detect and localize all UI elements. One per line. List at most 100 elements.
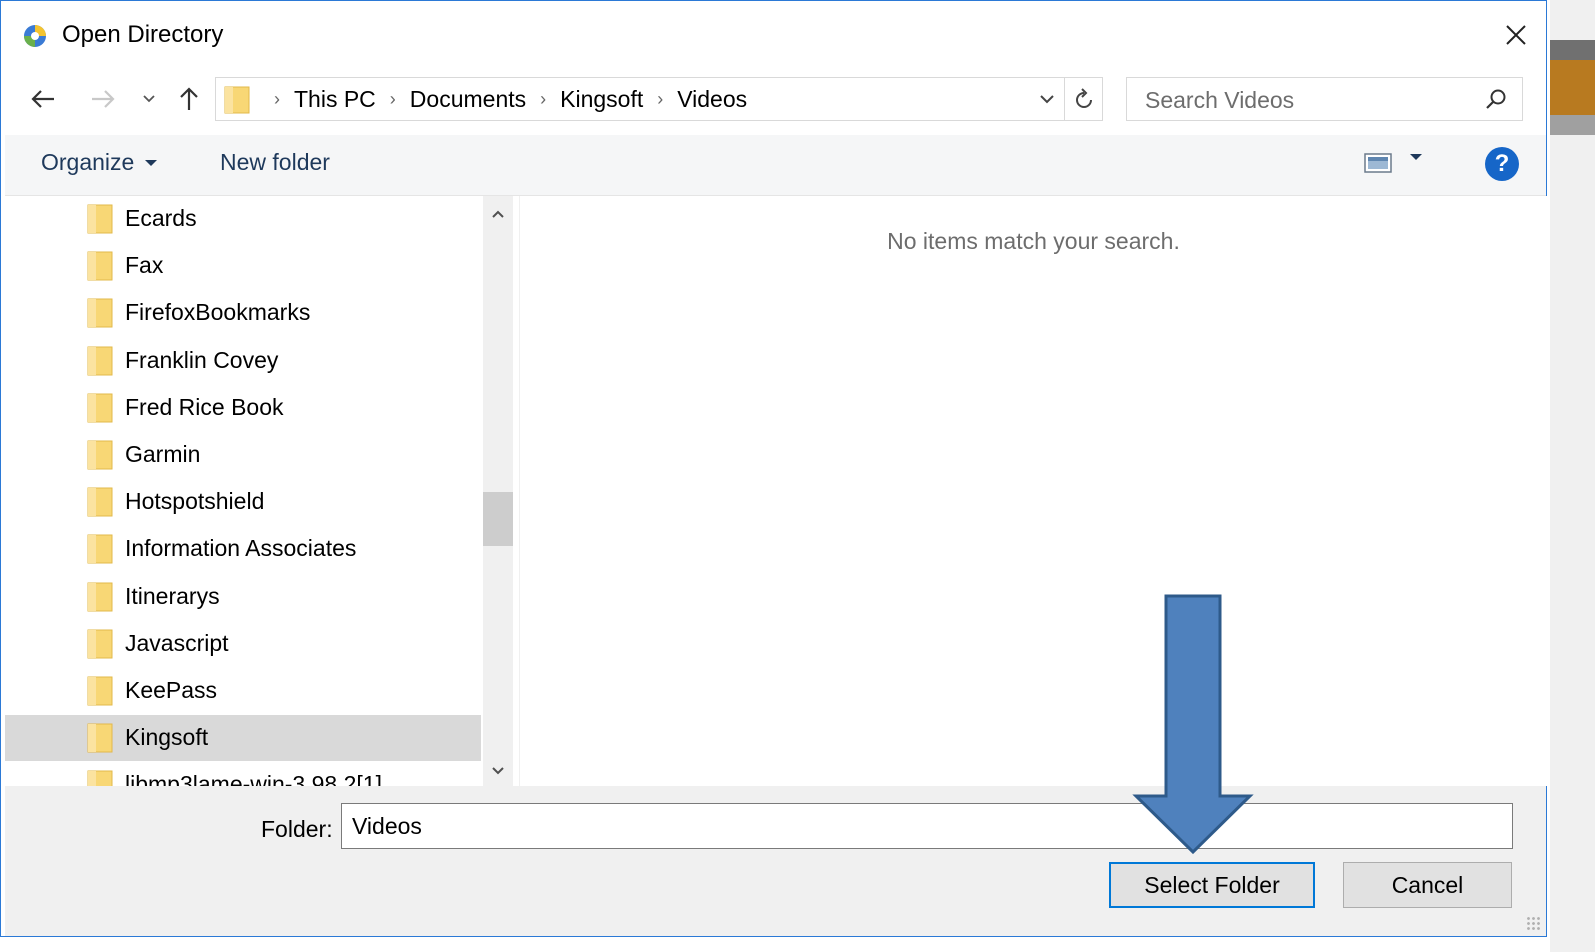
title-bar[interactable]: Open Directory [1,1,1546,67]
search-input[interactable] [1143,86,1467,114]
tree-item[interactable]: FirefoxBookmarks [5,290,481,336]
open-directory-dialog: Open Directory › This PC › Documents › K… [0,0,1547,937]
breadcrumb-separator-icon: › [274,88,280,109]
refresh-icon [1076,88,1092,108]
close-button[interactable] [1494,13,1538,57]
folder-icon [87,204,113,234]
folder-label: Folder: [261,816,333,842]
tree-item[interactable]: libmp3lame-win-3.98.2[1] [5,762,481,786]
breadcrumb: › This PC › Documents › Kingsoft › Video… [260,78,747,120]
refresh-button[interactable] [1068,83,1100,115]
folder-icon [87,440,113,470]
resize-grip-icon[interactable] [1526,916,1542,932]
annotation-arrow-icon [1132,594,1254,855]
folder-icon [224,86,250,114]
address-divider [1064,78,1065,120]
organize-label: Organize [41,149,135,175]
arrow-up-icon [180,87,198,110]
tree-item[interactable]: Hotspotshield [5,479,481,525]
breadcrumb-separator-icon[interactable]: › [540,89,546,110]
select-folder-button[interactable]: Select Folder [1109,862,1315,908]
tree-item[interactable]: KeePass [5,668,481,714]
navigation-pane: Ecards Fax FirefoxBookmarks Franklin Covey F… [5,196,513,786]
folder-icon [87,487,113,517]
tree-item-label: Franklin Covey [125,347,279,373]
file-list-pane[interactable]: No items match your search. [519,196,1547,786]
tree-item-label: Fred Rice Book [125,394,284,420]
background-window-strip [1550,0,1595,952]
recent-locations-button[interactable] [139,81,159,117]
folder-name-input[interactable] [341,803,1513,849]
tree-item[interactable]: Kingsoft [5,715,481,761]
tree-item-label: libmp3lame-win-3.98.2[1] [125,771,382,786]
scroll-up-button[interactable] [483,200,513,228]
empty-message: No items match your search. [887,228,1180,254]
help-button[interactable]: ? [1485,147,1519,181]
background-band [1550,115,1595,135]
tree-item-label: Hotspotshield [125,488,265,514]
tree-item[interactable]: Franklin Covey [5,338,481,384]
tree-item-label: Information Associates [125,535,357,561]
chevron-down-icon [1040,95,1054,104]
arrow-left-icon [31,90,54,108]
up-button[interactable] [171,81,207,117]
dialog-title: Open Directory [62,21,224,48]
help-icon: ? [1494,150,1510,177]
tree-item-label: Kingsoft [125,724,209,750]
folder-icon [87,534,113,564]
search-box[interactable] [1126,77,1523,121]
view-options-icon[interactable] [1363,151,1393,175]
background-band [1550,60,1595,115]
chevron-up-icon [492,210,504,218]
tree-item[interactable]: Itinerarys [5,574,481,620]
caret-down-icon [145,159,158,166]
breadcrumb-kingsoft[interactable]: Kingsoft [560,86,643,113]
folder-icon [87,629,113,659]
tree-item[interactable]: Ecards [5,196,481,242]
new-folder-button[interactable]: New folder [220,149,330,176]
arrow-right-icon [92,90,115,108]
close-icon [1506,25,1526,45]
forward-button[interactable] [85,81,121,117]
breadcrumb-separator-icon[interactable]: › [657,89,663,110]
back-button[interactable] [25,81,61,117]
scroll-thumb[interactable] [483,492,513,546]
search-icon[interactable] [1484,87,1508,111]
caret-down-icon[interactable] [1409,153,1423,161]
tree-item-label: Ecards [125,205,197,231]
tree-item-label: Fax [125,252,164,278]
breadcrumb-videos[interactable]: Videos [677,86,747,113]
tree-scrollbar[interactable] [483,196,513,786]
folder-icon [87,393,113,423]
folder-icon [87,723,113,753]
folder-icon [87,346,113,376]
tree-item[interactable]: Javascript [5,621,481,667]
breadcrumb-separator-icon[interactable]: › [390,89,396,110]
tree-item-label: KeePass [125,677,218,703]
folder-icon [87,770,113,786]
tree-item-label: Itinerarys [125,583,220,609]
scroll-down-button[interactable] [483,756,513,784]
command-bar: Organize New folder ? [5,135,1546,196]
tree-item[interactable]: Garmin [5,432,481,478]
address-dropdown-button[interactable] [1034,86,1060,112]
folder-icon [87,251,113,281]
cancel-button[interactable]: Cancel [1343,862,1512,908]
address-bar[interactable]: › This PC › Documents › Kingsoft › Video… [215,77,1103,121]
breadcrumb-documents[interactable]: Documents [410,86,526,113]
dialog-footer: Folder: Select Folder Cancel [5,786,1546,936]
tree-item[interactable]: Information Associates [5,526,481,572]
breadcrumb-this-pc[interactable]: This PC [294,86,376,113]
tree-item-label: Garmin [125,441,201,467]
tree-item-label: Javascript [125,630,229,656]
open-directory-icon [24,25,46,47]
background-band [1550,40,1595,60]
folder-icon [87,582,113,612]
folder-icon [87,676,113,706]
tree-item-label: FirefoxBookmarks [125,299,311,325]
folder-icon [87,298,113,328]
chevron-down-icon [143,95,155,103]
tree-item[interactable]: Fax [5,243,481,289]
organize-button[interactable]: Organize [41,149,158,176]
tree-item[interactable]: Fred Rice Book [5,385,481,431]
